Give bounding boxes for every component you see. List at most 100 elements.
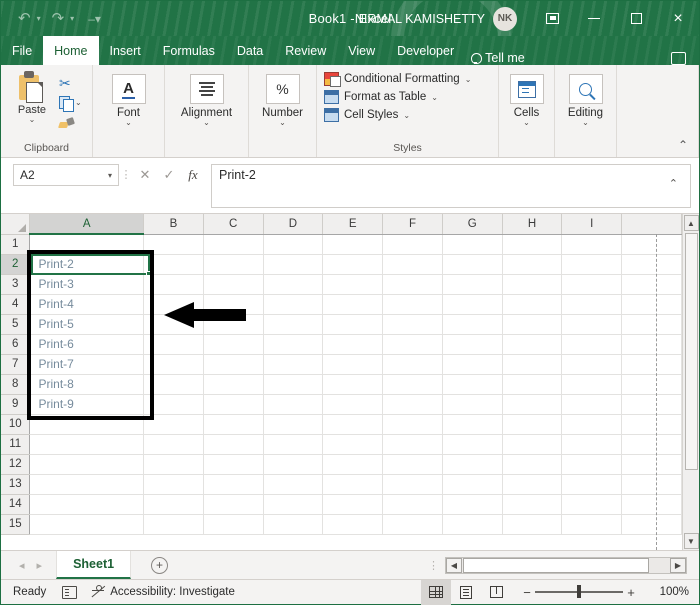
row-header-3[interactable]: 3 xyxy=(1,274,31,295)
avatar[interactable]: NK xyxy=(493,6,517,31)
cell-a10[interactable] xyxy=(29,414,145,435)
cancel-icon[interactable]: ✕ xyxy=(133,164,157,186)
cell-a6[interactable]: Print-6 xyxy=(29,334,145,355)
format-as-table-caret-icon[interactable]: ⌄ xyxy=(431,93,438,102)
number-button[interactable]: % xyxy=(265,74,300,104)
cell-a7[interactable]: Print-7 xyxy=(29,354,145,375)
column-header-j-partial[interactable] xyxy=(621,214,682,235)
undo-arrow-icon[interactable]: ↶ xyxy=(15,10,34,27)
formula-input[interactable]: Print-2 ⌃ xyxy=(211,164,691,208)
cell-e12[interactable] xyxy=(322,454,384,475)
cell-j13[interactable] xyxy=(621,474,682,495)
cell-j1[interactable] xyxy=(621,234,682,255)
format-as-table-button[interactable]: Format as Table ⌄ xyxy=(324,90,471,104)
zoom-level-label[interactable]: 100% xyxy=(649,586,689,598)
cell-b1[interactable] xyxy=(143,234,204,255)
cell-c4[interactable] xyxy=(203,294,264,315)
cell-j11[interactable] xyxy=(621,434,682,455)
formula-bar-grip[interactable]: ⋮ xyxy=(119,164,133,186)
cell-a11[interactable] xyxy=(29,434,145,455)
cell-h1[interactable] xyxy=(502,234,563,255)
cell-d8[interactable] xyxy=(263,374,324,395)
undo-dropdown-caret-icon[interactable]: ▾ xyxy=(37,14,41,23)
tab-home[interactable]: Home xyxy=(43,36,99,65)
cell-h12[interactable] xyxy=(502,454,563,475)
cell-a4[interactable]: Print-4 xyxy=(29,294,145,315)
cell-h2[interactable] xyxy=(502,254,563,275)
cell-f9[interactable] xyxy=(382,394,443,415)
cell-e4[interactable] xyxy=(322,294,384,315)
cell-b2[interactable] xyxy=(143,254,204,275)
cell-c13[interactable] xyxy=(203,474,264,495)
customize-quick-access-toolbar-icon[interactable]: ‒▾ xyxy=(85,12,104,26)
cell-f2[interactable] xyxy=(382,254,443,275)
horizontal-scrollbar[interactable]: ◀ ▶ xyxy=(445,556,687,574)
cell-i1[interactable] xyxy=(561,234,623,255)
cell-i15[interactable] xyxy=(561,514,623,535)
cell-b15[interactable] xyxy=(143,514,204,535)
cell-j2[interactable] xyxy=(621,254,682,275)
ribbon-group-alignment[interactable]: Alignment ⌄ xyxy=(165,65,249,157)
cell-b14[interactable] xyxy=(143,494,204,515)
cell-a8[interactable]: Print-8 xyxy=(29,374,145,395)
cell-a2[interactable]: Print-2 xyxy=(29,254,145,275)
cell-b13[interactable] xyxy=(143,474,204,495)
hscroll-right-button[interactable]: ▶ xyxy=(670,557,686,573)
cell-h9[interactable] xyxy=(502,394,563,415)
cell-g9[interactable] xyxy=(442,394,503,415)
cells-dropdown-caret-icon[interactable]: ⌄ xyxy=(523,119,530,127)
vertical-scrollbar[interactable]: ▲ ▼ xyxy=(682,214,699,550)
comment-share-icon[interactable] xyxy=(671,52,686,65)
tab-insert[interactable]: Insert xyxy=(99,36,152,65)
cell-h4[interactable] xyxy=(502,294,563,315)
cell-j12[interactable] xyxy=(621,454,682,475)
zoom-in-button[interactable]: + xyxy=(623,585,639,600)
cell-i10[interactable] xyxy=(561,414,623,435)
font-button[interactable]: A xyxy=(111,74,146,104)
scroll-down-button[interactable]: ▼ xyxy=(683,533,699,549)
cell-e5[interactable] xyxy=(322,314,384,335)
cell-i4[interactable] xyxy=(561,294,623,315)
cell-d6[interactable] xyxy=(263,334,324,355)
cell-b8[interactable] xyxy=(143,374,204,395)
conditional-formatting-caret-icon[interactable]: ⌄ xyxy=(465,75,472,84)
cell-i3[interactable] xyxy=(561,274,623,295)
cell-i9[interactable] xyxy=(561,394,623,415)
cell-d10[interactable] xyxy=(263,414,324,435)
cell-f12[interactable] xyxy=(382,454,443,475)
cell-g1[interactable] xyxy=(442,234,503,255)
redo-dropdown-caret-icon[interactable]: ▾ xyxy=(70,14,74,23)
alignment-button[interactable] xyxy=(189,74,224,104)
cell-c9[interactable] xyxy=(203,394,264,415)
insert-function-icon[interactable]: fx xyxy=(181,164,205,186)
cell-c15[interactable] xyxy=(203,514,264,535)
cell-i14[interactable] xyxy=(561,494,623,515)
cell-e7[interactable] xyxy=(322,354,384,375)
cell-a14[interactable] xyxy=(29,494,145,515)
cell-e1[interactable] xyxy=(322,234,384,255)
cell-e9[interactable] xyxy=(322,394,384,415)
column-header-f[interactable]: F xyxy=(382,214,443,235)
row-header-6[interactable]: 6 xyxy=(1,334,31,355)
cell-c10[interactable] xyxy=(203,414,264,435)
cell-b6[interactable] xyxy=(143,334,204,355)
tab-developer[interactable]: Developer xyxy=(386,36,465,65)
cell-h14[interactable] xyxy=(502,494,563,515)
cell-f11[interactable] xyxy=(382,434,443,455)
ribbon-display-options-icon[interactable] xyxy=(531,1,573,36)
cell-c12[interactable] xyxy=(203,454,264,475)
add-sheet-icon[interactable]: + xyxy=(151,556,169,574)
tab-data[interactable]: Data xyxy=(226,36,274,65)
cell-g7[interactable] xyxy=(442,354,503,375)
cell-g14[interactable] xyxy=(442,494,503,515)
cell-h6[interactable] xyxy=(502,334,563,355)
cell-d7[interactable] xyxy=(263,354,324,375)
tab-formulas[interactable]: Formulas xyxy=(152,36,226,65)
tab-review[interactable]: Review xyxy=(274,36,337,65)
cell-c5[interactable] xyxy=(203,314,264,335)
cell-g5[interactable] xyxy=(442,314,503,335)
cell-d14[interactable] xyxy=(263,494,324,515)
cell-g12[interactable] xyxy=(442,454,503,475)
record-macro-icon[interactable] xyxy=(62,585,78,599)
cell-d9[interactable] xyxy=(263,394,324,415)
